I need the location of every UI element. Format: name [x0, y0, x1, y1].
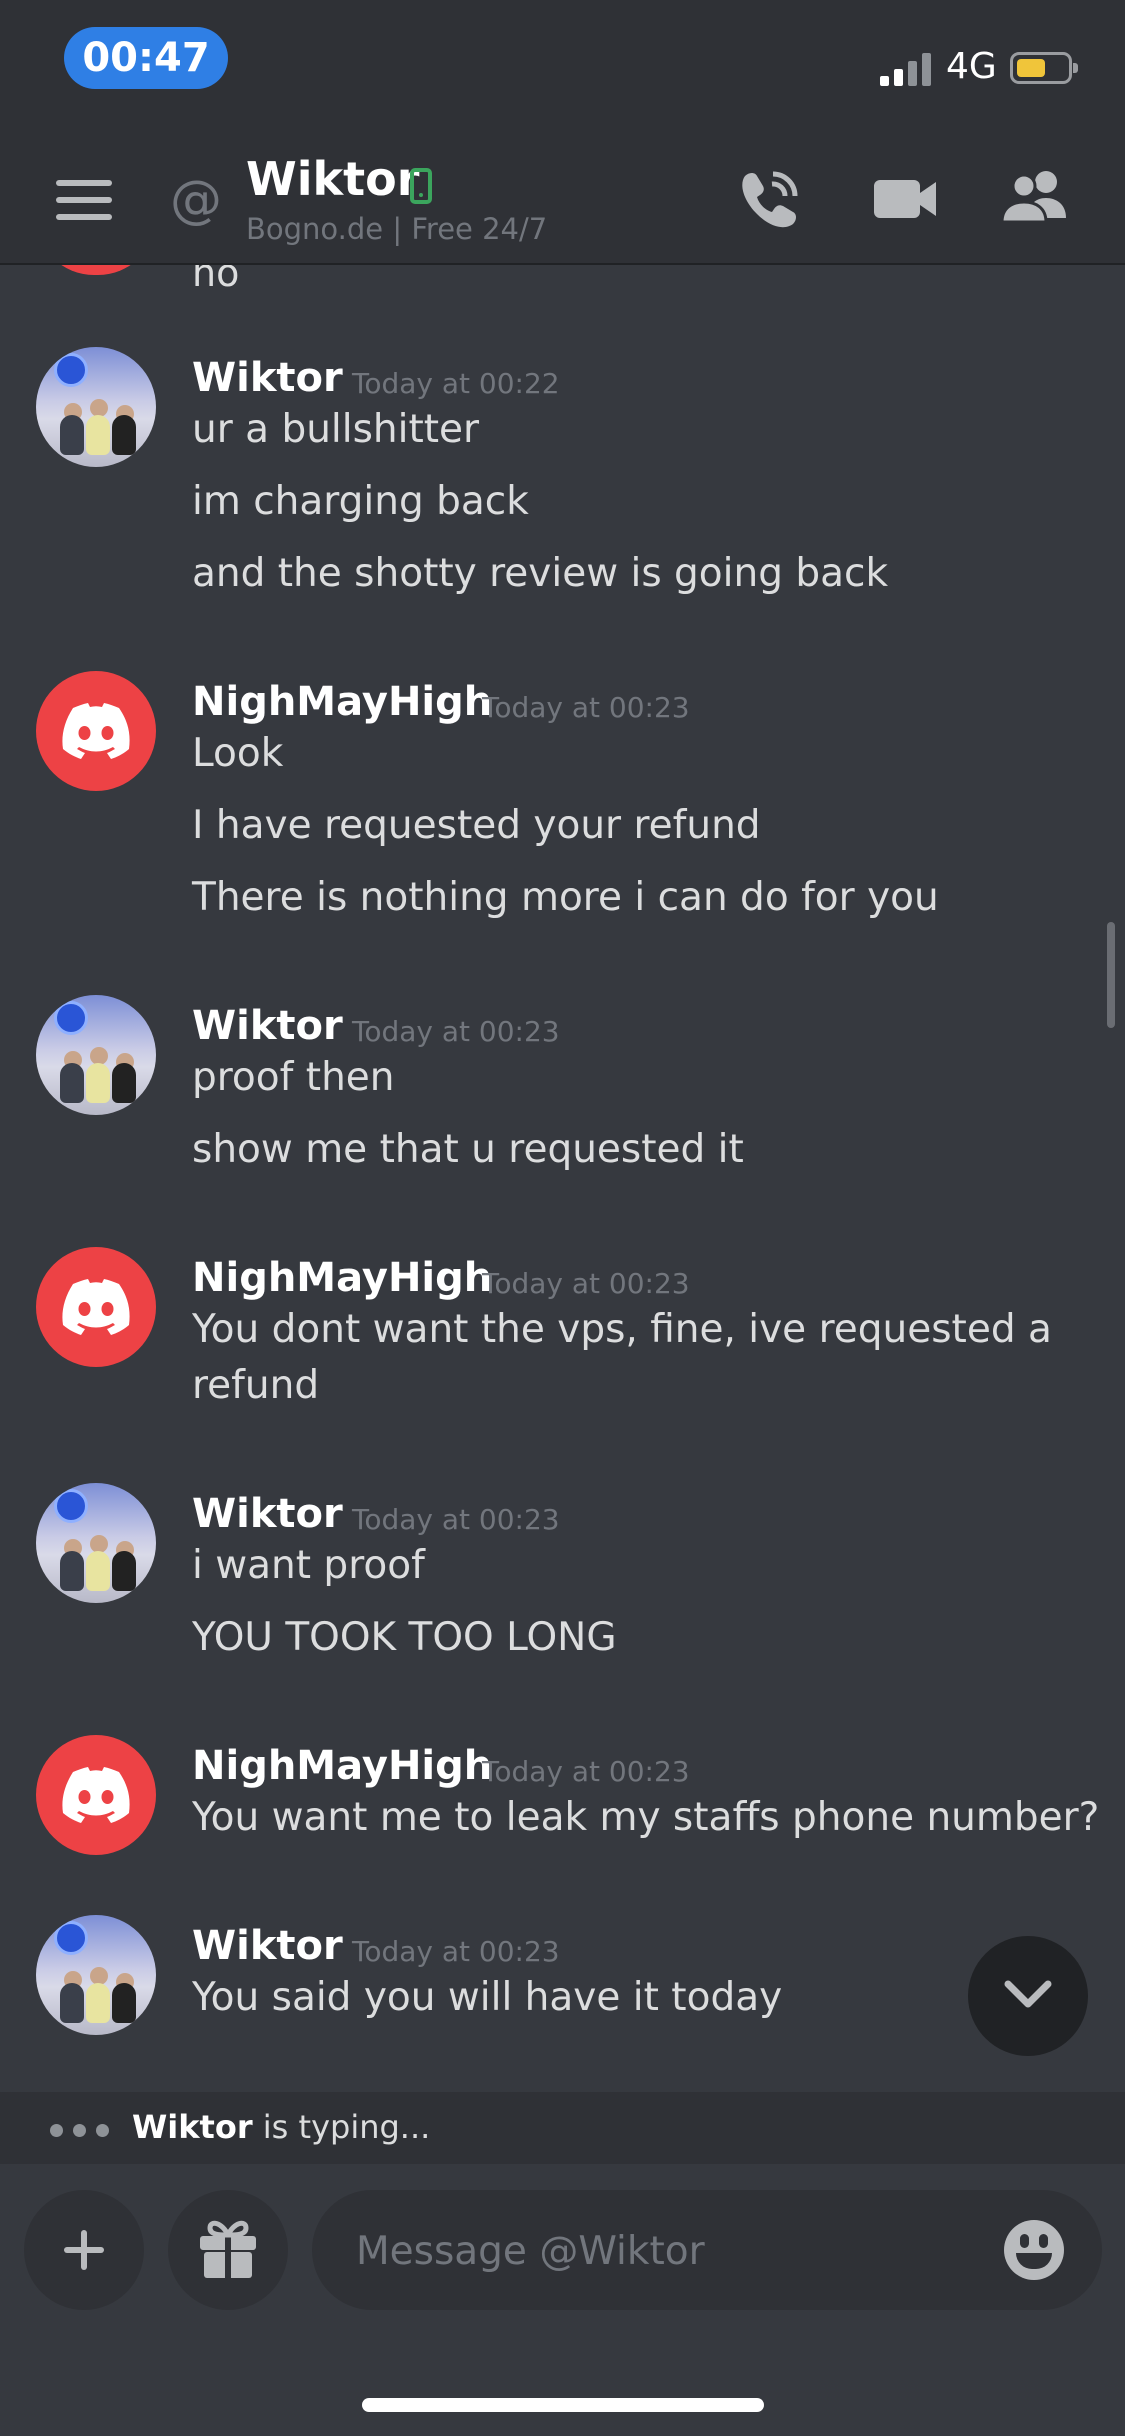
- message-text: i want proof: [192, 1543, 425, 1588]
- typing-text: is typing...: [252, 2108, 431, 2146]
- message-text: and the shotty review is going back: [192, 551, 889, 596]
- message-text: refund: [192, 1363, 320, 1408]
- message-text: proof then: [192, 1055, 395, 1100]
- status-bar: 00:47 4G: [0, 0, 1125, 130]
- scrollbar[interactable]: [1107, 922, 1115, 1028]
- add-attachment-button[interactable]: [24, 2190, 144, 2310]
- chevron-down-icon: [1004, 1980, 1052, 2008]
- jump-to-latest-button[interactable]: [968, 1936, 1088, 2056]
- battery-icon: [1010, 52, 1078, 84]
- author-name[interactable]: Wiktor: [192, 1491, 343, 1537]
- voice-call-icon[interactable]: [735, 168, 805, 228]
- gift-button[interactable]: [168, 2190, 288, 2310]
- message-text: You dont want the vps, fine, ive request…: [192, 1307, 1052, 1352]
- dm-name[interactable]: Wiktor: [246, 152, 419, 206]
- author-name[interactable]: NighMayHigh: [192, 679, 492, 725]
- message-text: no: [192, 265, 240, 295]
- timestamp: Today at 00:23: [352, 1935, 560, 1968]
- members-icon[interactable]: [1000, 168, 1070, 228]
- hamburger-icon[interactable]: [56, 180, 112, 220]
- avatar[interactable]: [36, 347, 156, 467]
- message-composer: [0, 2164, 1125, 2436]
- typing-indicator: Wiktor is typing...: [0, 2092, 1125, 2164]
- timestamp: Today at 00:23: [352, 1015, 560, 1048]
- gift-icon: [200, 2220, 256, 2280]
- message-text: im charging back: [192, 479, 529, 524]
- message-text: There is nothing more i can do for you: [192, 875, 939, 920]
- network-type: 4G: [946, 46, 997, 87]
- avatar[interactable]: [36, 995, 156, 1115]
- discord-icon: [62, 1279, 130, 1335]
- message-input-container[interactable]: [312, 2190, 1102, 2310]
- avatar[interactable]: [36, 1247, 156, 1367]
- message-input[interactable]: [354, 2214, 958, 2288]
- timestamp: Today at 00:23: [482, 1267, 690, 1300]
- author-name[interactable]: Wiktor: [192, 355, 343, 401]
- message-text: show me that u requested it: [192, 1127, 744, 1172]
- timestamp: Today at 00:22: [352, 367, 560, 400]
- author-name[interactable]: NighMayHigh: [192, 1743, 492, 1789]
- channel-header: @ Wiktor Bogno.de | Free 24/7: [0, 130, 1125, 265]
- timestamp: Today at 00:23: [482, 691, 690, 724]
- message-text: You said you will have it today: [192, 1975, 783, 2020]
- avatar[interactable]: [36, 671, 156, 791]
- timestamp: Today at 00:23: [352, 1503, 560, 1536]
- typing-dots-icon: [50, 2122, 119, 2141]
- message-text: ur a bullshitter: [192, 407, 480, 452]
- message-list[interactable]: no Wiktor Today at 00:22 ur a bullshitte…: [0, 265, 1125, 2092]
- message-text: Look: [192, 731, 284, 776]
- avatar[interactable]: [36, 1483, 156, 1603]
- message-text: You want me to leak my staffs phone numb…: [192, 1795, 1100, 1840]
- discord-icon: [62, 703, 130, 759]
- video-call-icon[interactable]: [872, 168, 942, 228]
- mobile-status-icon: [410, 168, 432, 204]
- message-text: I have requested your refund: [192, 803, 761, 848]
- home-indicator: [362, 2398, 764, 2412]
- author-name[interactable]: NighMayHigh: [192, 1255, 492, 1301]
- dm-subtitle: Bogno.de | Free 24/7: [246, 212, 548, 246]
- signal-icon: [880, 52, 932, 86]
- discord-icon: [62, 1767, 130, 1823]
- typing-user: Wiktor: [132, 2108, 253, 2146]
- at-icon: @: [170, 170, 222, 230]
- avatar[interactable]: [36, 1915, 156, 2035]
- avatar[interactable]: [36, 1735, 156, 1855]
- emoji-icon[interactable]: [1004, 2220, 1064, 2280]
- message-text: YOU TOOK TOO LONG: [192, 1615, 617, 1660]
- timestamp: Today at 00:23: [482, 1755, 690, 1788]
- author-name[interactable]: Wiktor: [192, 1923, 343, 1969]
- status-time: 00:47: [64, 27, 228, 89]
- avatar[interactable]: [36, 265, 156, 275]
- author-name[interactable]: Wiktor: [192, 1003, 343, 1049]
